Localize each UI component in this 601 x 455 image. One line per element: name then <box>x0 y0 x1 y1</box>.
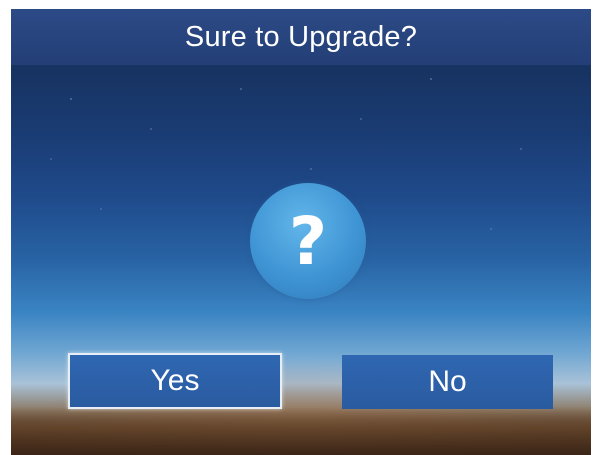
question-mark-glyph: ? <box>288 203 328 280</box>
yes-button[interactable]: Yes <box>68 353 282 409</box>
landscape-background <box>11 407 591 455</box>
title-bar: Sure to Upgrade? <box>11 9 591 65</box>
question-icon: ? <box>250 183 366 299</box>
upgrade-dialog-screen: Sure to Upgrade? ? Yes No <box>11 9 591 455</box>
no-button[interactable]: No <box>342 355 553 409</box>
dialog-title: Sure to Upgrade? <box>184 20 418 53</box>
yes-button-label: Yes <box>150 364 200 397</box>
no-button-label: No <box>428 365 467 398</box>
